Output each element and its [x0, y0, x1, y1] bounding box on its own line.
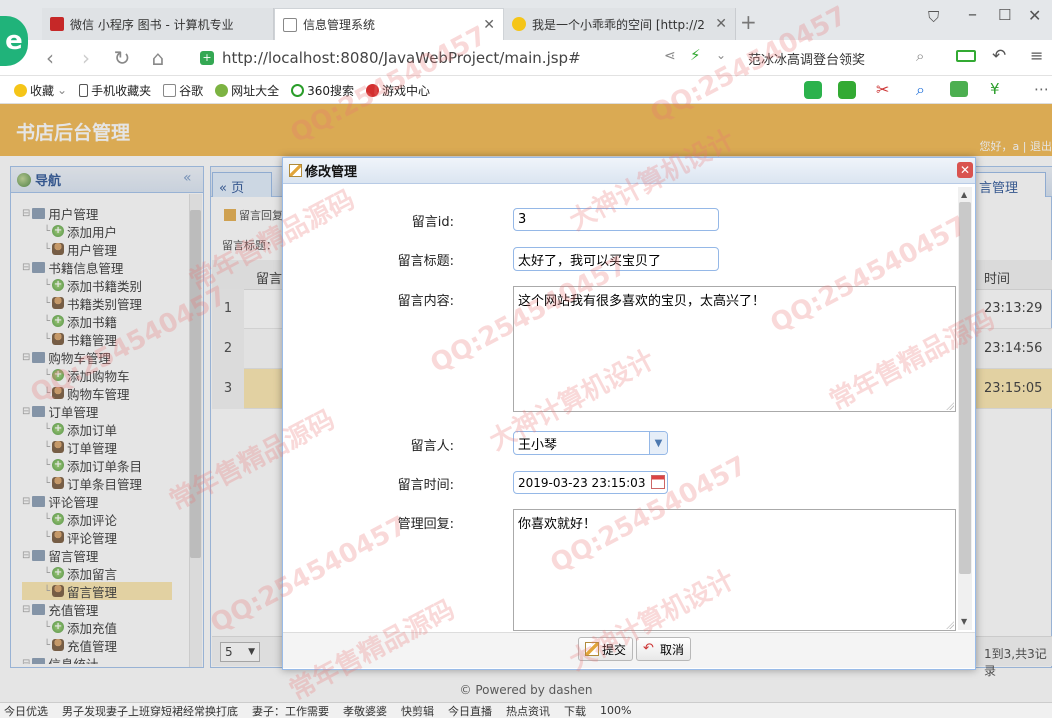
status-item[interactable]: 今日优选 — [4, 703, 48, 718]
maximize-icon[interactable]: ☐ — [998, 6, 1011, 24]
menu-icon[interactable]: ≡ — [1030, 46, 1043, 65]
dropdown-icon[interactable]: ⌄ — [716, 48, 726, 62]
edit-icon — [585, 642, 599, 656]
url-field[interactable]: + http://localhost:8080/JavaWebProject/m… — [200, 46, 740, 70]
star-icon — [512, 17, 526, 31]
bookmark-mobile[interactable]: 手机收藏夹 — [79, 82, 151, 99]
refresh-icon[interactable]: ↻ — [110, 46, 134, 70]
close-icon[interactable]: ✕ — [957, 162, 973, 178]
bookmarks-bar: 收藏 ⌄ 手机收藏夹 谷歌 网址大全 360搜索 游戏中心 — [0, 77, 1052, 104]
status-item[interactable]: 热点资讯 — [506, 703, 550, 718]
browser-tab-wechat[interactable]: 微信 小程序 图书 - 计算机专业 — [42, 8, 274, 40]
flash-icon[interactable]: ⚡ — [690, 46, 701, 64]
status-item[interactable]: 男子发现妻子上班穿短裙经常换打底 — [62, 703, 238, 718]
close-tab-icon[interactable]: ✕ — [709, 16, 727, 32]
scroll-up-icon[interactable]: ▲ — [961, 190, 967, 199]
submit-button[interactable]: 提交 — [578, 637, 634, 661]
browser-tab-label: 信息管理系统 — [303, 18, 376, 32]
page-icon — [163, 83, 177, 97]
reply-textarea[interactable]: 你喜欢就好！ — [513, 509, 956, 631]
bookmark-360[interactable]: 360搜索 — [291, 82, 354, 99]
phone-icon — [79, 83, 89, 97]
chevron-down-icon[interactable]: ▼ — [649, 432, 667, 454]
dialog-title: 修改管理 — [305, 165, 358, 180]
home-icon[interactable]: ⌂ — [146, 46, 170, 70]
page-icon — [283, 17, 297, 32]
360-icon — [291, 83, 305, 97]
title-field[interactable]: 太好了，我可以买宝贝了 — [513, 247, 719, 271]
translate-ext-icon[interactable] — [838, 81, 856, 99]
browser-tab-space[interactable]: 我是一个小乖乖的空间 [http://2 ✕ — [504, 8, 736, 40]
yen-icon[interactable]: ¥ — [990, 80, 1000, 98]
wechat-ext-icon[interactable] — [804, 81, 822, 99]
browser-tab-info-system[interactable]: 信息管理系统 ✕ — [274, 8, 504, 40]
forward-icon[interactable]: › — [74, 46, 98, 70]
status-bar: 今日优选 男子发现妻子上班穿短裙经常换打底 妻子：工作需要 孝敬婆婆 快剪辑 今日直播 热点… — [0, 702, 1052, 718]
star-icon — [14, 83, 27, 97]
gamepad-icon[interactable] — [950, 81, 968, 97]
resize-grip-icon[interactable] — [946, 621, 954, 629]
id-field[interactable]: 3 — [513, 208, 719, 231]
status-item[interactable]: 今日直播 — [448, 703, 492, 718]
calendar-icon[interactable] — [651, 475, 665, 489]
time-field[interactable]: 2019-03-23 23:15:03 — [513, 471, 668, 494]
tab-favicon-icon — [50, 17, 64, 31]
author-label: 留言人: — [410, 439, 454, 454]
content-textarea[interactable]: 这个网站我有很多喜欢的宝贝，太高兴了！ — [513, 286, 956, 412]
status-item[interactable]: 孝敬婆婆 — [343, 703, 387, 718]
url-text: http://localhost:8080/JavaWebProject/mai… — [222, 49, 581, 67]
back-icon[interactable]: ‹ — [38, 46, 62, 70]
window-close-icon[interactable]: ✕ — [1028, 6, 1041, 25]
cancel-icon: ↶ — [643, 641, 654, 656]
time-label: 留言时间: — [397, 478, 454, 493]
id-label: 留言id: — [411, 215, 454, 230]
bookmark-sites[interactable]: 网址大全 — [215, 82, 279, 99]
undo-icon[interactable]: ↶ — [992, 46, 1006, 66]
share-icon[interactable]: ⋖ — [664, 48, 676, 64]
reply-label: 管理回复: — [397, 517, 454, 532]
dialog-scroll-thumb[interactable] — [959, 202, 971, 574]
sites-icon — [215, 83, 229, 97]
bookmark-google[interactable]: 谷歌 — [163, 82, 203, 99]
title-label: 留言标题: — [397, 254, 454, 269]
battery-icon[interactable] — [956, 50, 976, 62]
edit-icon — [289, 164, 302, 177]
author-select[interactable]: 王小琴 ▼ — [513, 431, 668, 455]
secure-shield-icon: + — [200, 51, 214, 65]
content-label: 留言内容: — [397, 294, 454, 309]
status-item[interactable]: 100% — [600, 704, 631, 717]
dialog-header: 修改管理 — [283, 158, 975, 184]
scissors-icon[interactable]: ✂ — [876, 80, 889, 99]
search-icon[interactable]: ⌕ — [916, 47, 924, 65]
browser-tab-label: 微信 小程序 图书 - 计算机专业 — [70, 17, 234, 32]
scroll-down-icon[interactable]: ▼ — [961, 617, 967, 626]
status-item[interactable]: 妻子：工作需要 — [252, 703, 329, 718]
status-item[interactable]: 快剪辑 — [401, 703, 434, 718]
bookmark-favorites[interactable]: 收藏 ⌄ — [14, 82, 67, 99]
status-item[interactable]: 下载 — [564, 703, 586, 718]
chevron-down-icon: ⌄ — [57, 83, 68, 97]
magnify-ext-icon[interactable]: ⌕ — [916, 80, 925, 100]
shirt-icon[interactable]: ⛉ — [928, 8, 939, 26]
new-tab-icon[interactable]: + — [740, 10, 757, 34]
minimize-icon[interactable]: – — [968, 4, 977, 25]
game-icon — [366, 83, 380, 97]
more-icon[interactable]: ⋯ — [1034, 80, 1049, 98]
search-suggestion[interactable]: 范冰冰高调登台领奖 — [748, 49, 865, 68]
bookmark-games[interactable]: 游戏中心 — [366, 82, 430, 99]
browser-tab-label: 我是一个小乖乖的空间 [http://2 — [532, 17, 705, 32]
close-tab-icon[interactable]: ✕ — [477, 17, 495, 33]
resize-grip-icon[interactable] — [946, 402, 954, 410]
cancel-button[interactable]: ↶ 取消 — [636, 637, 692, 661]
